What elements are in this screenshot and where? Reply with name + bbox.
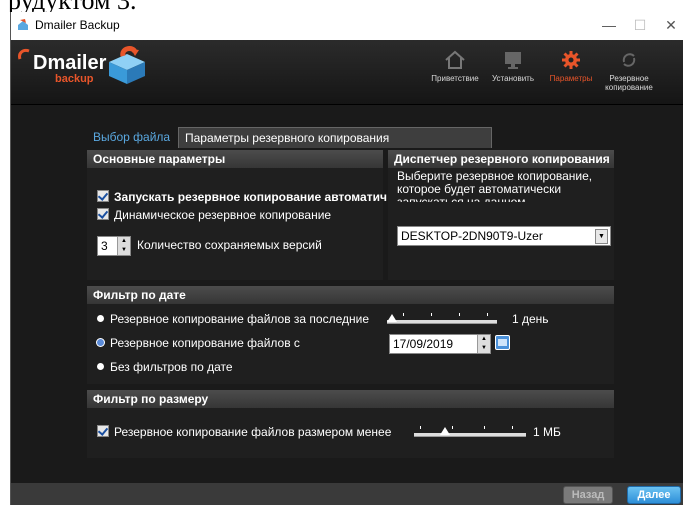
back-button[interactable]: Назад [563, 486, 613, 504]
size-filter-panel: Фильтр по размеру Резервное копирование … [87, 390, 614, 458]
backup-dispatcher-panel: Диспетчер резервного копирования Выберит… [388, 150, 614, 280]
size-filter-title: Фильтр по размеру [87, 390, 614, 408]
nav-install[interactable]: Установить [483, 44, 543, 100]
dynamic-backup-label: Динамическое резервное копирование [114, 208, 332, 222]
dynamic-backup-row: Динамическое резервное копирование [97, 208, 331, 222]
versions-stepper[interactable]: 3 ▲ ▼ [97, 236, 131, 256]
app-icon [18, 19, 28, 30]
since-date-value: 17/09/2019 [393, 337, 454, 351]
size-slider-thumb[interactable] [440, 427, 450, 435]
size-filter-checkbox[interactable] [97, 425, 109, 437]
logo-text: Dmailer [33, 52, 107, 74]
footer-bar: Назад Далее [11, 483, 683, 505]
size-value: 1 МБ [533, 425, 561, 439]
tab-file-selection[interactable]: Выбор файла [87, 127, 185, 147]
since-date-input[interactable]: 17/09/2019 ▲ ▼ [389, 334, 491, 354]
auto-backup-label: Запускать резервное копирование автомати… [114, 190, 387, 204]
page-headline: рудуктом 3. [0, 0, 200, 12]
title-bar: Dmailer Backup — ☐ ✕ [11, 12, 683, 40]
dispatcher-description: Выберите резервное копирование, которое … [397, 170, 593, 202]
backup-icon [622, 53, 636, 67]
date-range-slider[interactable] [387, 310, 497, 326]
basic-settings-panel: Основные параметры Запускать резервное к… [87, 150, 387, 280]
date-slider-thumb[interactable] [387, 314, 397, 322]
date-filter-title: Фильтр по дате [87, 286, 614, 304]
date-option-last-radio[interactable] [97, 315, 104, 322]
home-icon [445, 50, 465, 69]
app-header: Dmailer backup Приветствие Установить Па… [11, 40, 683, 105]
date-option-last-label: Резервное копирование файлов за последни… [110, 312, 370, 326]
maximize-button[interactable]: ☐ [630, 16, 650, 34]
dispatcher-selected-value: DESKTOP-2DN90T9-Uzer [401, 229, 543, 243]
date-range-value: 1 день [512, 312, 549, 326]
date-option-none[interactable]: Без фильтров по дате [97, 360, 233, 374]
date-filter-panel: Фильтр по дате Резервное копирование фай… [87, 286, 614, 384]
nav-welcome[interactable]: Приветствие [425, 44, 485, 100]
nav-backup-label: Резервное копирование [605, 74, 653, 92]
date-option-none-radio[interactable] [97, 363, 104, 370]
window-title: Dmailer Backup [35, 18, 120, 32]
app-window: Dmailer Backup — ☐ ✕ Dmailer backup Прив… [10, 12, 683, 505]
basic-settings-title: Основные параметры [87, 150, 383, 168]
date-option-none-label: Без фильтров по дате [110, 360, 233, 374]
close-button[interactable]: ✕ [661, 16, 681, 34]
date-option-last[interactable]: Резервное копирование файлов за последни… [97, 312, 369, 326]
calendar-icon[interactable] [495, 335, 510, 350]
auto-backup-row: Запускать резервное копирование автомати… [97, 190, 387, 204]
size-slider-track [414, 433, 526, 437]
versions-stepper-arrows-icon[interactable]: ▲ ▼ [117, 237, 130, 255]
dynamic-backup-checkbox[interactable] [97, 208, 109, 220]
logo-swirl-icon [18, 49, 30, 60]
nav-welcome-label: Приветствие [431, 74, 479, 83]
chevron-down-icon[interactable]: ▼ [595, 229, 608, 244]
nav-backup[interactable]: Резервное копирование [599, 44, 659, 100]
headline-text: рудуктом 3. [8, 0, 137, 12]
minimize-button[interactable]: — [599, 16, 619, 34]
auto-backup-checkbox[interactable] [97, 190, 109, 202]
nav-install-label: Установить [492, 74, 534, 83]
logo-subtext: backup [55, 73, 94, 85]
next-button[interactable]: Далее [627, 486, 681, 504]
monitor-icon [505, 52, 521, 69]
versions-label: Количество сохраняемых версий [137, 238, 322, 252]
date-stepper-arrows-icon[interactable]: ▲ ▼ [477, 335, 490, 353]
versions-value: 3 [101, 239, 108, 253]
main-content: Выбор файла Параметры резервного копиров… [11, 105, 683, 483]
logo-box-icon [109, 46, 145, 84]
size-filter-row: Резервное копирование файлов размером ме… [97, 425, 391, 439]
date-slider-track [387, 320, 497, 324]
size-slider[interactable] [414, 423, 526, 439]
date-option-since-label: Резервное копирование файлов с [110, 336, 300, 350]
size-filter-label: Резервное копирование файлов размером ме… [114, 425, 392, 439]
tab-backup-settings[interactable]: Параметры резервного копирования [178, 127, 492, 148]
nav-settings[interactable]: Параметры [541, 44, 601, 100]
dispatcher-title: Диспетчер резервного копирования [388, 150, 614, 168]
date-option-since[interactable]: Резервное копирование файлов с [97, 336, 300, 350]
date-option-since-radio[interactable] [97, 339, 104, 346]
dispatcher-select[interactable]: DESKTOP-2DN90T9-Uzer ▼ [397, 226, 611, 246]
gear-icon [562, 51, 580, 69]
nav-settings-label: Параметры [549, 74, 593, 83]
